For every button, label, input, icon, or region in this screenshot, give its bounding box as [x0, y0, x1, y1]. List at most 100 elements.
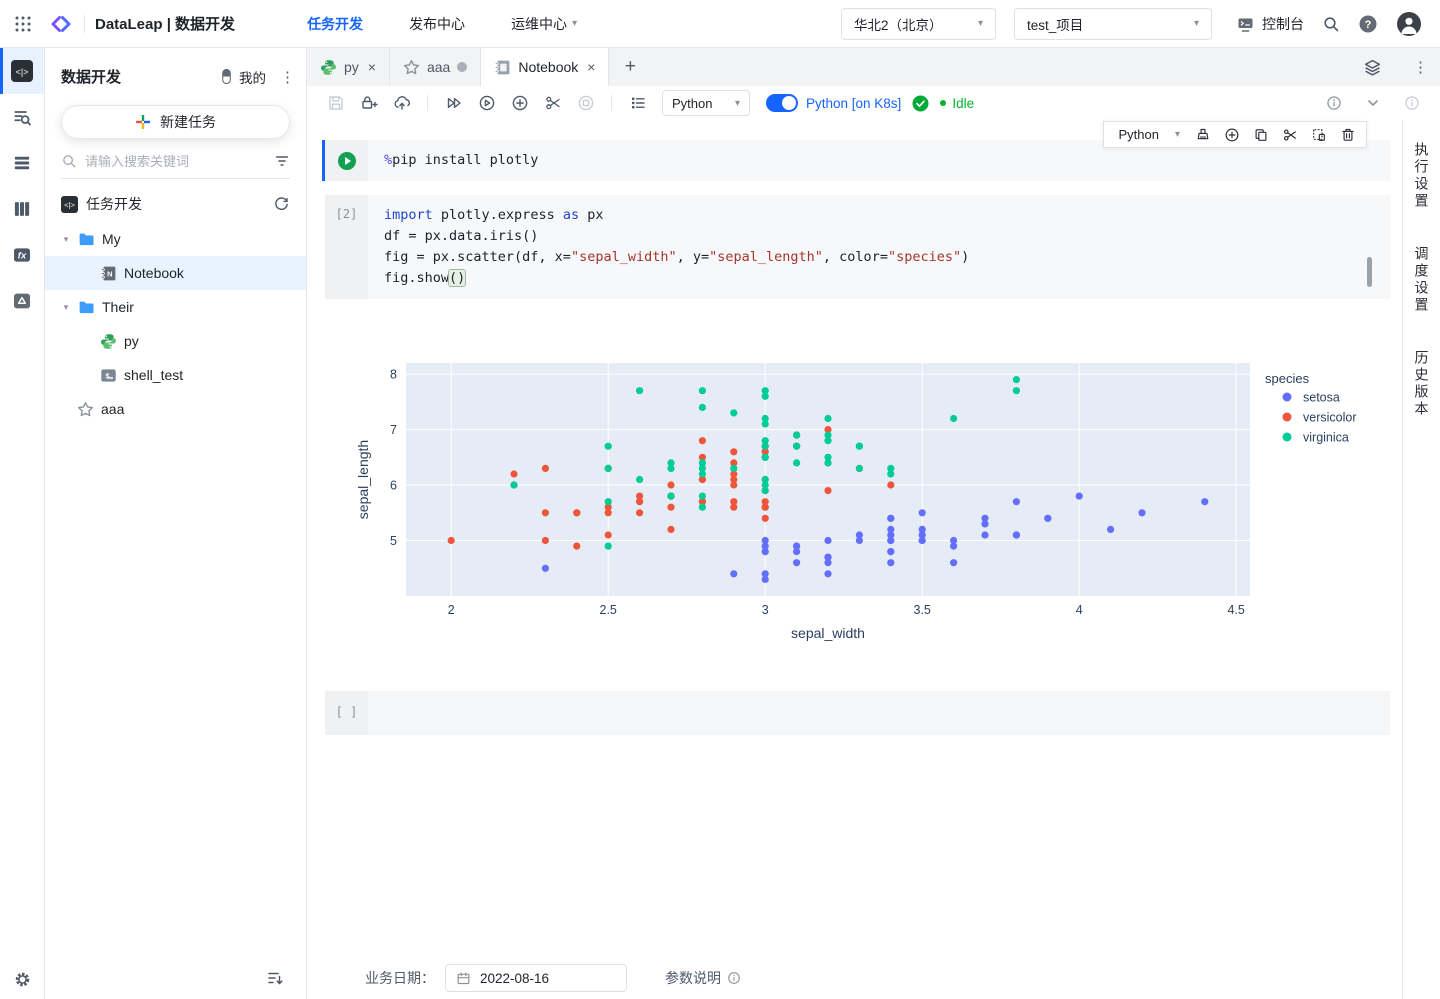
star-icon — [77, 401, 94, 418]
close-icon[interactable]: × — [587, 59, 595, 75]
tab-label: Notebook — [518, 59, 579, 75]
colorful-plus-icon — [135, 114, 151, 130]
shell-icon: $ — [100, 367, 117, 384]
calendar-icon — [456, 971, 471, 986]
editor-tab-notebook[interactable]: Notebook × — [481, 48, 610, 86]
svg-text:4.5: 4.5 — [1227, 603, 1244, 617]
sort-list-icon[interactable] — [266, 969, 284, 987]
tree-item-aaa[interactable]: aaa — [45, 392, 306, 426]
chevron-down-icon: ▾ — [977, 18, 983, 29]
mine-filter-toggle[interactable]: 我的 — [219, 67, 266, 87]
sidebar-more-icon[interactable]: ⋮ — [280, 68, 295, 86]
chevron-down-icon[interactable]: ▾ — [61, 302, 71, 313]
tree-item-notebook[interactable]: N Notebook — [45, 256, 306, 290]
editor-tabbar: py × aaa Notebook × + ⋮ — [307, 48, 1440, 86]
stop-icon[interactable] — [569, 94, 602, 112]
settings-gear-icon[interactable] — [0, 970, 44, 989]
add-cell-icon[interactable] — [1217, 127, 1246, 143]
layers-icon[interactable] — [1363, 58, 1382, 77]
cut-cell-icon[interactable] — [536, 94, 569, 112]
right-panel-tab[interactable]: 历史版本 — [1412, 350, 1432, 418]
new-task-button[interactable]: 新建任务 — [61, 105, 290, 139]
chevron-down-icon: ▾ — [1193, 18, 1199, 29]
brand: DataLeap | 数据开发 — [48, 12, 235, 36]
svg-text:2.5: 2.5 — [600, 603, 617, 617]
project-select[interactable]: test_项目 ▾ — [1014, 7, 1212, 40]
cut-cell-icon[interactable] — [1275, 127, 1304, 143]
run-cell-button[interactable] — [337, 152, 356, 170]
editor-tab-aaa[interactable]: aaa — [389, 48, 482, 86]
toggle-capsule-icon — [219, 67, 234, 86]
task-dev-section-header: <|> 任务开发 — [45, 179, 306, 222]
add-cell-icon[interactable] — [503, 94, 536, 112]
collapse-chevron-icon[interactable] — [1366, 96, 1380, 110]
save-icon[interactable] — [319, 94, 352, 112]
clear-output-brush-icon[interactable] — [1188, 127, 1217, 143]
cell-gutter: [ ] — [325, 691, 368, 735]
tabbar-more-icon[interactable]: ⋮ — [1413, 58, 1428, 76]
filter-icon[interactable] — [274, 153, 290, 169]
search-input[interactable] — [85, 153, 266, 169]
help-icon[interactable]: ? — [1358, 14, 1378, 34]
paste-cell-icon[interactable] — [1304, 127, 1333, 143]
business-date-picker[interactable]: 2022-08-16 — [445, 964, 627, 992]
outline-icon[interactable] — [621, 94, 654, 112]
tree-item-my[interactable]: ▾ My — [45, 222, 306, 256]
rail-item-function-icon[interactable]: fx — [0, 232, 44, 278]
params-help[interactable]: 参数说明 — [665, 968, 741, 988]
tree-item-py[interactable]: py — [45, 324, 306, 358]
cell-gutter — [325, 140, 368, 181]
code-cell-2[interactable]: [2] import plotly.express as px df = px.d… — [322, 195, 1390, 299]
rail-item-data-columns-icon[interactable] — [0, 186, 44, 232]
tree-item-shell_test[interactable]: $ shell_test — [45, 358, 306, 392]
right-panel-tab[interactable]: 执行设置 — [1412, 142, 1432, 210]
rail-item-search-list-icon[interactable] — [0, 94, 44, 140]
cell-editor[interactable]: import plotly.express as px df = px.data.… — [368, 195, 1390, 299]
rail-item-resource-drive-icon[interactable] — [0, 278, 44, 324]
region-select[interactable]: 华北2（北京） ▾ — [841, 7, 996, 40]
cell-floating-toolbar: Python ▾ — [1103, 121, 1367, 148]
new-tab-button[interactable]: + — [609, 48, 651, 86]
lock-add-icon[interactable] — [352, 94, 385, 112]
primary-nav: 任务开发 发布中心 运维中心 ▾ — [307, 14, 577, 34]
cell-editor[interactable] — [368, 691, 1390, 735]
task-sidebar: 数据开发 我的 ⋮ 新建任务 <|> 任务开发 ▾MyNNote — [45, 48, 307, 999]
close-icon[interactable]: × — [368, 59, 376, 75]
info-icon[interactable] — [1326, 95, 1342, 111]
sidebar-title: 数据开发 — [61, 69, 122, 86]
python-icon — [320, 59, 337, 76]
avatar[interactable] — [1396, 11, 1422, 37]
run-all-icon[interactable] — [437, 94, 470, 112]
cell-language-select[interactable]: Python ▾ — [1108, 127, 1188, 142]
k8s-toggle[interactable] — [766, 94, 798, 112]
refresh-icon[interactable] — [273, 196, 290, 213]
right-panel-tab[interactable]: 调度设置 — [1412, 246, 1432, 314]
nav-link[interactable]: 运维中心 ▾ — [511, 14, 577, 34]
code-line: fig.show() — [384, 270, 466, 286]
editor-tab-py[interactable]: py × — [307, 48, 390, 86]
search-icon[interactable] — [1322, 15, 1340, 33]
copy-cell-icon[interactable] — [1246, 127, 1275, 143]
iris-scatter-chart[interactable]: 2 2.5 3 3.5 4 4.5 5 6 7 8 sepal_width sepal_length s… — [340, 341, 1400, 651]
kernel-select[interactable]: Python ▾ — [662, 90, 750, 116]
app-grid-icon[interactable] — [14, 15, 32, 33]
info-icon — [728, 972, 740, 984]
delete-cell-icon[interactable] — [1333, 127, 1362, 143]
rail-item-task-list-icon[interactable] — [0, 140, 44, 186]
chevron-down-icon[interactable]: ▾ — [61, 234, 71, 245]
cell-execution-count: [2] — [325, 195, 368, 299]
svg-text:5: 5 — [390, 534, 397, 548]
business-date-value: 2022-08-16 — [480, 970, 550, 986]
nav-link[interactable]: 任务开发 — [307, 14, 363, 34]
run-cell-icon[interactable] — [470, 94, 503, 112]
console-button[interactable]: 控制台 — [1236, 14, 1304, 34]
empty-code-cell[interactable]: [ ] — [322, 691, 1390, 735]
cell-scrollbar-thumb[interactable] — [1367, 257, 1372, 287]
submit-cloud-icon[interactable] — [385, 94, 418, 112]
nav-link[interactable]: 发布中心 — [409, 14, 465, 34]
info-icon-secondary[interactable] — [1404, 95, 1420, 111]
editor-main: py × aaa Notebook × + ⋮ Python ▾ Python … — [307, 48, 1440, 999]
tree-item-their[interactable]: ▾ Their — [45, 290, 306, 324]
code-square-icon: <|> — [61, 195, 78, 213]
rail-item-code-icon[interactable]: <|> — [0, 48, 44, 94]
